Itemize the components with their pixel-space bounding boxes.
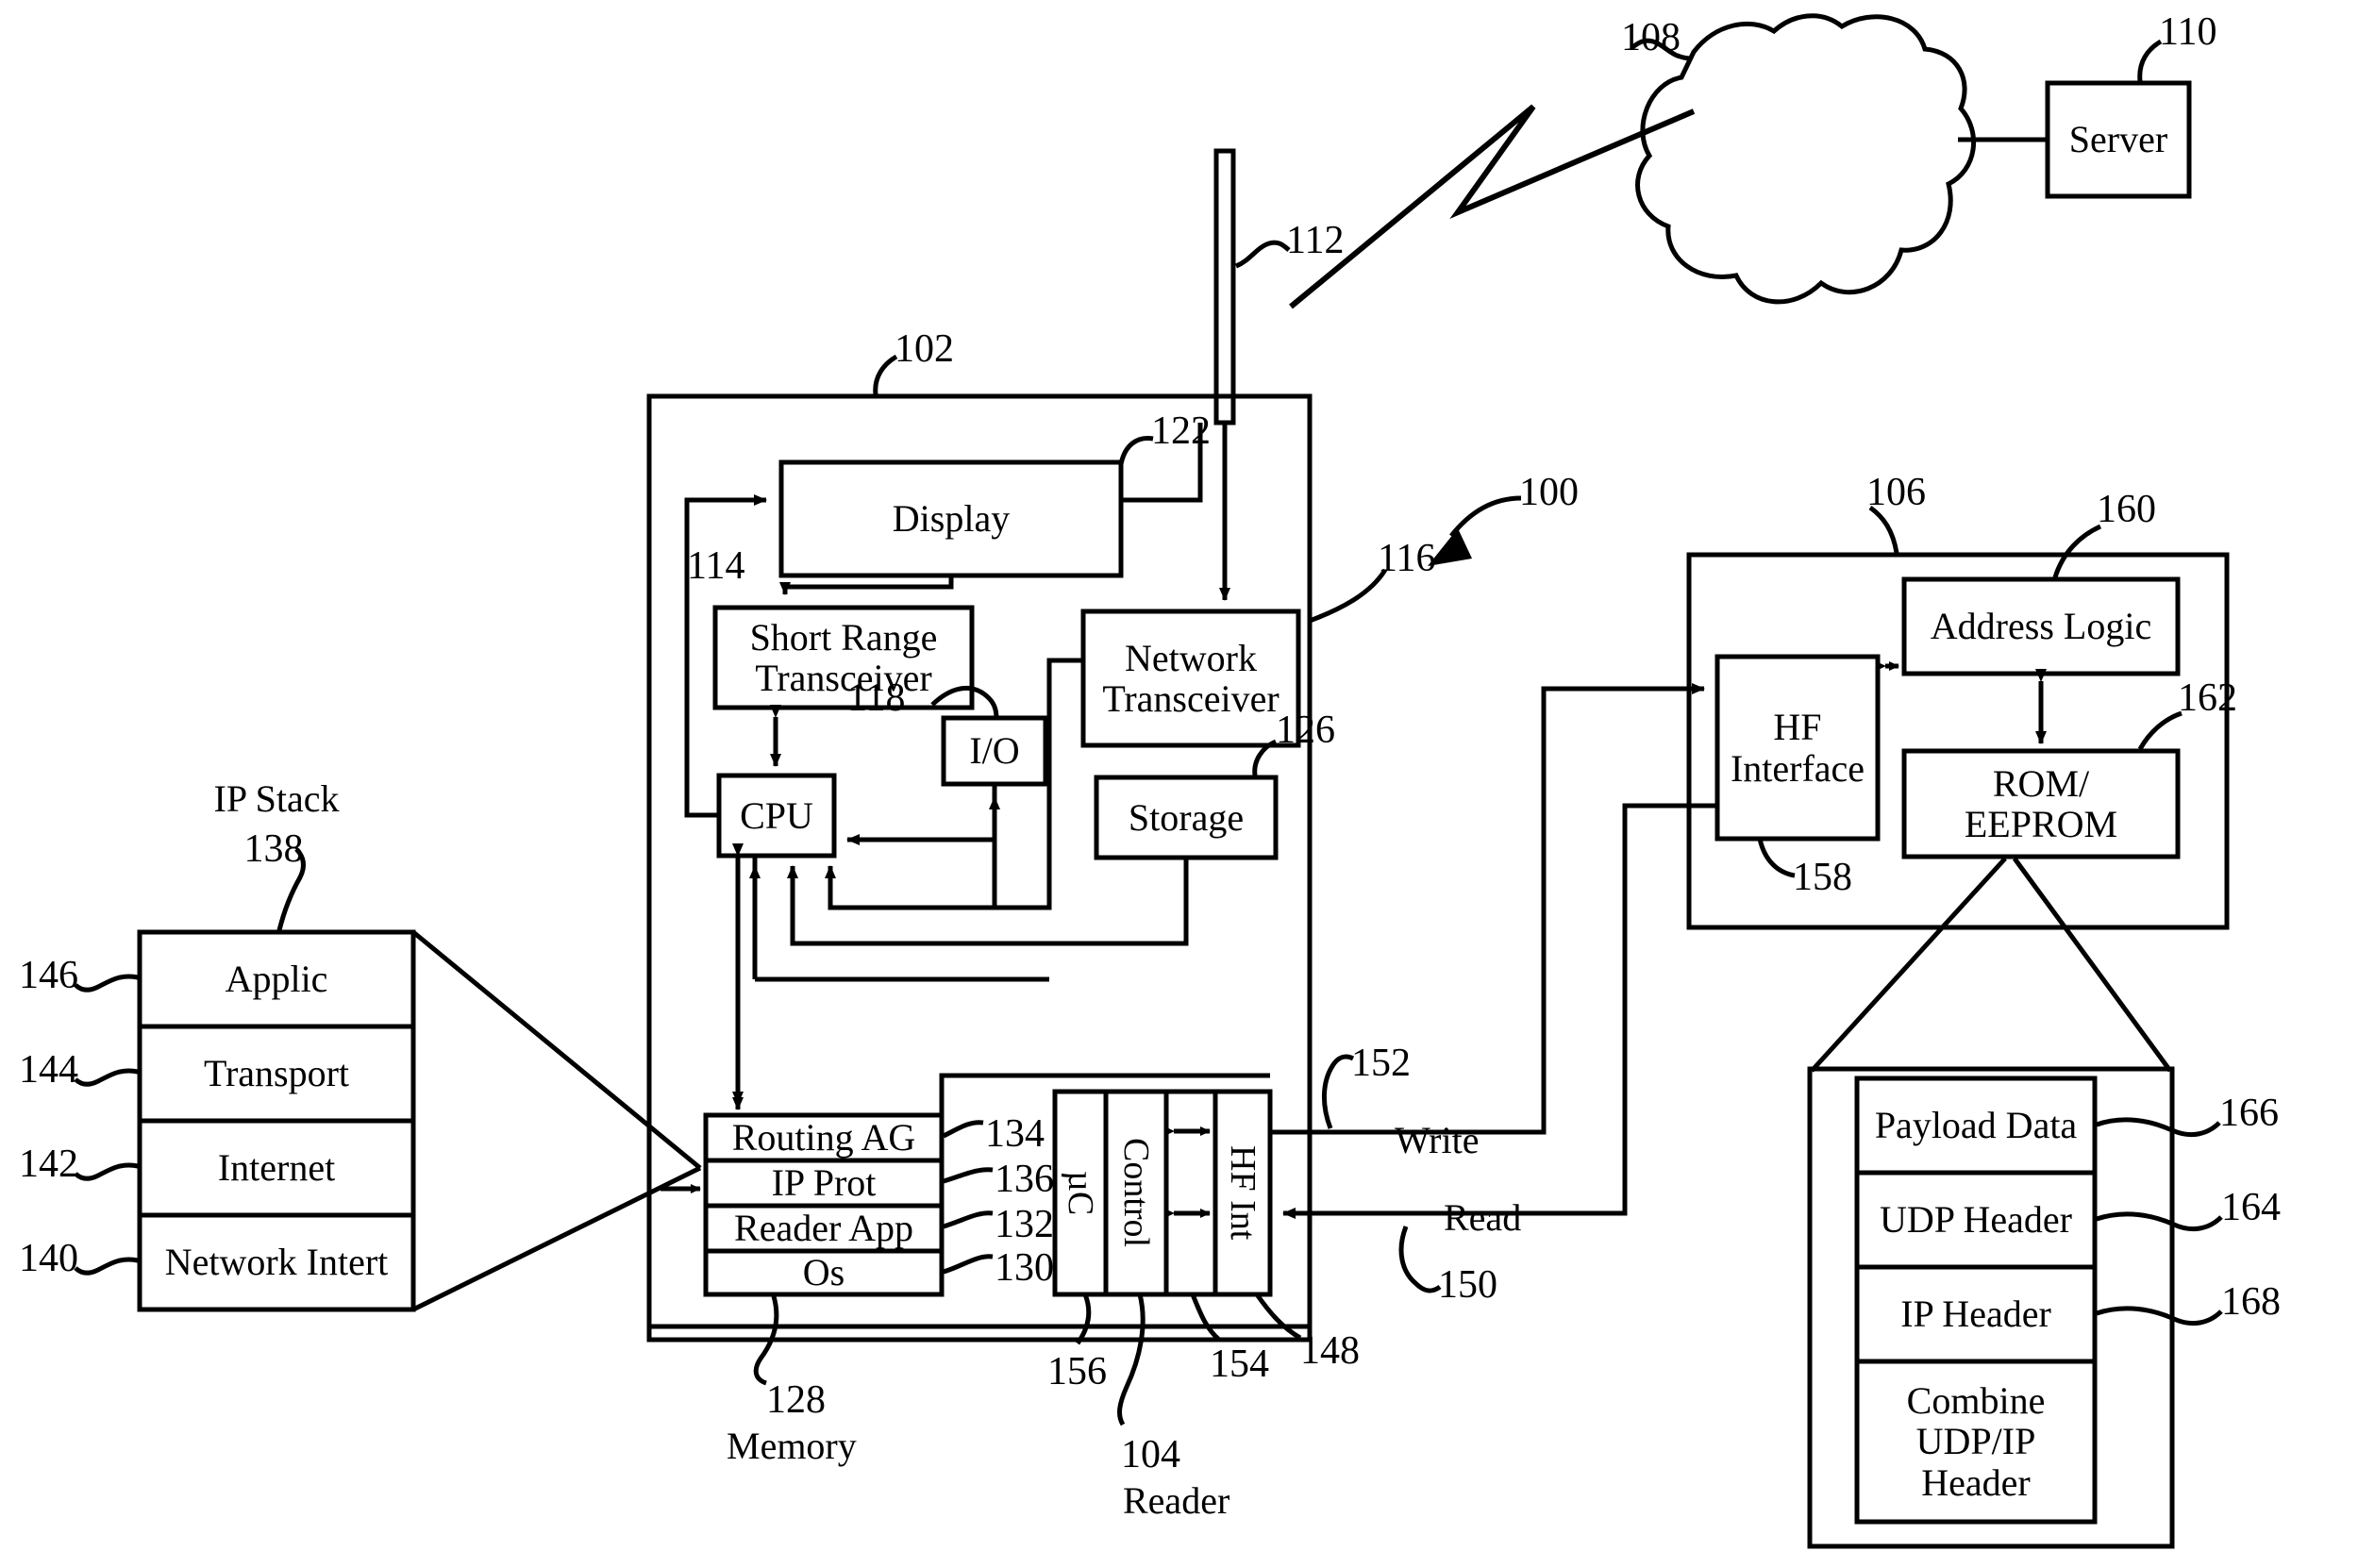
ref-112-antenna: 112 [1286,219,1345,262]
ref-106-tag: 106 [1866,471,1926,514]
ref-142-internet: 142 [19,1143,78,1186]
ref-158-hf-interface: 158 [1793,856,1852,899]
ref-146-applic: 146 [19,954,78,997]
ref-166-payload-data: 166 [2219,1092,2279,1135]
ref-150-read: 150 [1438,1263,1497,1307]
ref-156-uc: 156 [1047,1350,1107,1393]
ref-132-reader-app: 132 [995,1203,1054,1246]
ref-130-os: 130 [995,1246,1054,1290]
reader-caption: Reader [1123,1479,1230,1522]
ref-118-io: 118 [847,676,906,720]
ref-102-device: 102 [895,327,954,371]
memory-caption: Memory [727,1425,857,1467]
ip-stack-title: IP Stack [213,777,340,820]
ref-152-write: 152 [1351,1042,1411,1085]
diagram-line-art [74,13,2230,1549]
patent-figure: 108 110 Server 112 100 102 122 114 116 1… [0,0,2375,1568]
ref-104-reader: 104 [1121,1433,1180,1476]
ref-164-udp-header: 164 [2221,1186,2281,1229]
ref-138-ip-stack: 138 [243,827,304,871]
ref-122-display: 122 [1151,409,1211,453]
ref-162-rom-eeprom: 162 [2178,676,2237,720]
ref-116-network-transceiver: 116 [1378,537,1436,580]
ref-100-system: 100 [1519,471,1579,514]
write-path-label: Write [1395,1119,1480,1161]
read-path-label: Read [1444,1196,1522,1239]
reader-column-hf-int: HF Int [1223,1145,1263,1241]
ref-168-ip-header: 168 [2221,1280,2281,1324]
ref-126-storage: 126 [1276,709,1335,752]
ref-128-memory: 128 [766,1378,826,1422]
ref-136-ip-prot: 136 [995,1158,1054,1201]
ref-154-reader-bus: 154 [1210,1343,1269,1386]
ref-134-routing-ag: 134 [985,1112,1045,1156]
ref-108-cloud: 108 [1621,16,1681,59]
ref-114-short-range: 114 [687,544,745,588]
ref-140-network-intert: 140 [19,1237,78,1280]
ref-110-server: 110 [2159,10,2217,54]
ref-144-transport: 144 [19,1048,78,1092]
reader-column-uc: µC [1061,1170,1100,1216]
ref-148-hf-int: 148 [1300,1329,1360,1373]
ref-160-address-logic: 160 [2097,488,2156,531]
reader-column-control: Control [1116,1138,1156,1248]
